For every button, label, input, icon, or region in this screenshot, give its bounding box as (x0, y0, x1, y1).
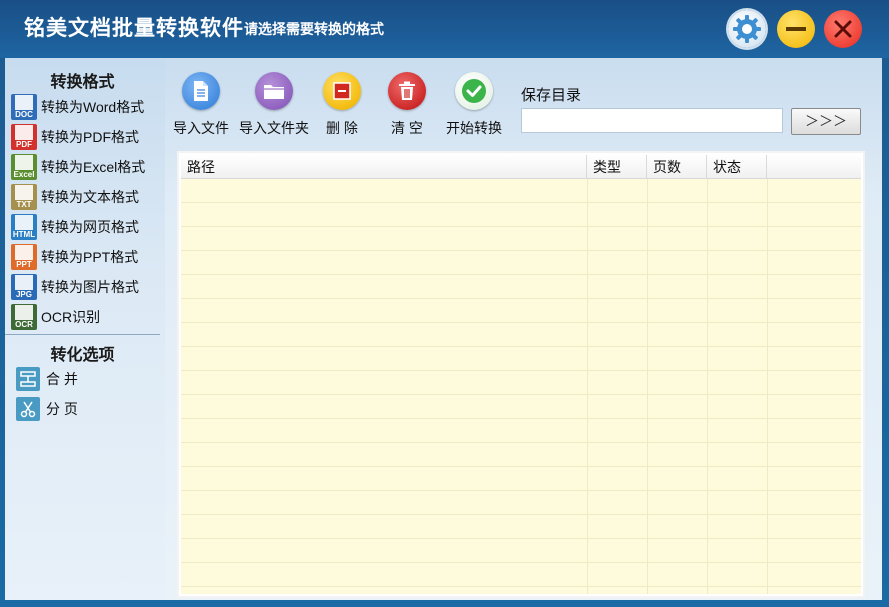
table-row (181, 275, 861, 299)
delete-label: 删 除 (326, 120, 358, 136)
column-header-path[interactable]: 路径 (181, 155, 587, 179)
sidebar-item-word[interactable]: DOC 转换为Word格式 (11, 93, 161, 121)
table-row (181, 419, 861, 443)
app-subtitle: 请选择需要转换的格式 (244, 21, 384, 37)
sidebar-item-label: OCR识别 (41, 309, 101, 325)
sidebar-divider (5, 334, 160, 335)
sidebar-item-label: 转换为Word格式 (41, 99, 145, 115)
start-convert-label: 开始转换 (446, 120, 502, 136)
table-row (181, 251, 861, 275)
save-directory-label: 保存目录 (521, 87, 582, 104)
table-row (181, 179, 861, 203)
table-row (181, 203, 861, 227)
sidebar-item-label: 合 并 (46, 371, 78, 387)
main-panel: 导入文件 导入文件夹 删 除 清 空 开始转换 保存目录 ＞＞＞ 路径 类型 页… (165, 58, 882, 600)
sidebar-item-label: 转换为网页格式 (41, 219, 139, 235)
import-file-button[interactable]: 导入文件 (165, 72, 237, 138)
doc-icon: DOC (11, 94, 37, 120)
table-row (181, 443, 861, 467)
sidebar-item-label: 转换为Excel格式 (41, 159, 146, 175)
options-section-title: 转化选项 (50, 347, 115, 364)
table-row (181, 371, 861, 395)
html-icon: HTML (11, 214, 37, 240)
table-row (181, 539, 861, 563)
file-icon (182, 72, 220, 110)
trash-icon (388, 72, 426, 110)
table-header: 路径 类型 页数 状态 (181, 155, 861, 179)
pdf-icon: PDF (11, 124, 37, 150)
delete-button[interactable]: 删 除 (306, 72, 378, 138)
file-table: 路径 类型 页数 状态 (177, 151, 865, 598)
delete-icon (323, 72, 361, 110)
check-icon (455, 72, 493, 110)
sidebar-item-html[interactable]: HTML 转换为网页格式 (11, 213, 161, 241)
sidebar-item-image[interactable]: JPG 转换为图片格式 (11, 273, 161, 301)
jpg-icon: JPG (11, 274, 37, 300)
table-row (181, 491, 861, 515)
sidebar-item-text[interactable]: TXT 转换为文本格式 (11, 183, 161, 211)
sidebar: 转换格式 DOC 转换为Word格式 PDF 转换为PDF格式 Excel 转换… (5, 58, 165, 600)
table-row (181, 467, 861, 491)
minimize-button[interactable] (777, 10, 815, 48)
sidebar-item-label: 转换为文本格式 (41, 189, 139, 205)
table-rows (181, 179, 861, 594)
sidebar-item-split[interactable]: 分 页 (16, 395, 166, 423)
sidebar-item-pdf[interactable]: PDF 转换为PDF格式 (11, 123, 161, 151)
import-folder-label: 导入文件夹 (239, 120, 309, 136)
save-directory-input[interactable] (521, 108, 783, 133)
sidebar-item-label: 转换为PPT格式 (41, 249, 139, 265)
file-table-body: 路径 类型 页数 状态 (181, 155, 861, 594)
ppt-icon: PPT (11, 244, 37, 270)
sidebar-item-ppt[interactable]: PPT 转换为PPT格式 (11, 243, 161, 271)
table-row (181, 347, 861, 371)
start-convert-button[interactable]: 开始转换 (438, 72, 510, 138)
title-bar: 铭美文档批量转换软件 请选择需要转换的格式 (0, 0, 889, 58)
table-row (181, 299, 861, 323)
import-folder-button[interactable]: 导入文件夹 (238, 72, 310, 138)
gear-icon (733, 15, 761, 43)
format-section-title: 转换格式 (50, 74, 115, 91)
merge-icon (16, 367, 40, 391)
settings-button[interactable] (728, 10, 766, 48)
ocr-icon: OCR (11, 304, 37, 330)
close-button[interactable] (824, 10, 862, 48)
txt-icon: TXT (11, 184, 37, 210)
app-window: 铭美文档批量转换软件 请选择需要转换的格式 转换格式 DOC 转换为Word格式… (0, 0, 889, 607)
excel-icon: Excel (11, 154, 37, 180)
app-title: 铭美文档批量转换软件 (24, 17, 244, 40)
import-file-label: 导入文件 (173, 120, 229, 136)
column-header-status[interactable]: 状态 (707, 155, 767, 179)
column-header-type[interactable]: 类型 (587, 155, 647, 179)
minus-icon (786, 27, 806, 31)
clear-button[interactable]: 清 空 (371, 72, 443, 138)
table-row (181, 395, 861, 419)
sidebar-item-label: 转换为图片格式 (41, 279, 139, 295)
sidebar-item-merge[interactable]: 合 并 (16, 365, 166, 393)
folder-icon (255, 72, 293, 110)
sidebar-item-label: 转换为PDF格式 (41, 129, 139, 145)
column-header-pages[interactable]: 页数 (647, 155, 707, 179)
sidebar-item-label: 分 页 (46, 401, 78, 417)
table-row (181, 227, 861, 251)
browse-button[interactable]: ＞＞＞ (791, 108, 861, 135)
scissors-icon (16, 397, 40, 421)
table-row (181, 563, 861, 587)
clear-label: 清 空 (391, 120, 423, 136)
table-row (181, 515, 861, 539)
sidebar-item-ocr[interactable]: OCR OCR识别 (11, 303, 161, 331)
table-row (181, 323, 861, 347)
close-icon (834, 20, 852, 38)
sidebar-item-excel[interactable]: Excel 转换为Excel格式 (11, 153, 161, 181)
